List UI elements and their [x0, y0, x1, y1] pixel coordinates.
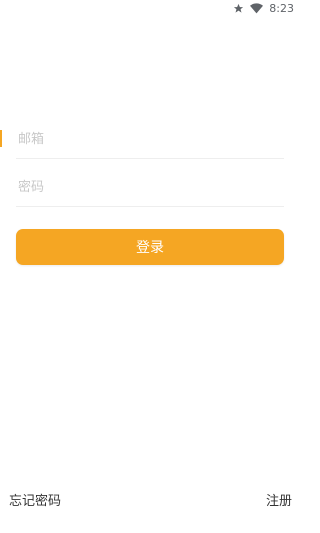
status-icons: 8:23: [233, 2, 294, 15]
register-link[interactable]: 注册: [266, 490, 292, 509]
wifi-icon: [250, 3, 264, 14]
login-screen: 8:23 登录 忘记密码 注册: [0, 0, 300, 533]
star-icon: [233, 3, 244, 14]
email-input[interactable]: [16, 120, 286, 158]
email-field-container: [16, 120, 286, 159]
login-button-label: 登录: [136, 240, 164, 256]
text-cursor: [0, 130, 2, 147]
password-field-container: [16, 168, 286, 207]
forgot-password-link[interactable]: 忘记密码: [9, 490, 61, 509]
login-button[interactable]: 登录: [16, 229, 284, 265]
password-input[interactable]: [16, 168, 286, 206]
status-time: 8:23: [269, 2, 294, 15]
status-bar: 8:23: [0, 0, 300, 18]
